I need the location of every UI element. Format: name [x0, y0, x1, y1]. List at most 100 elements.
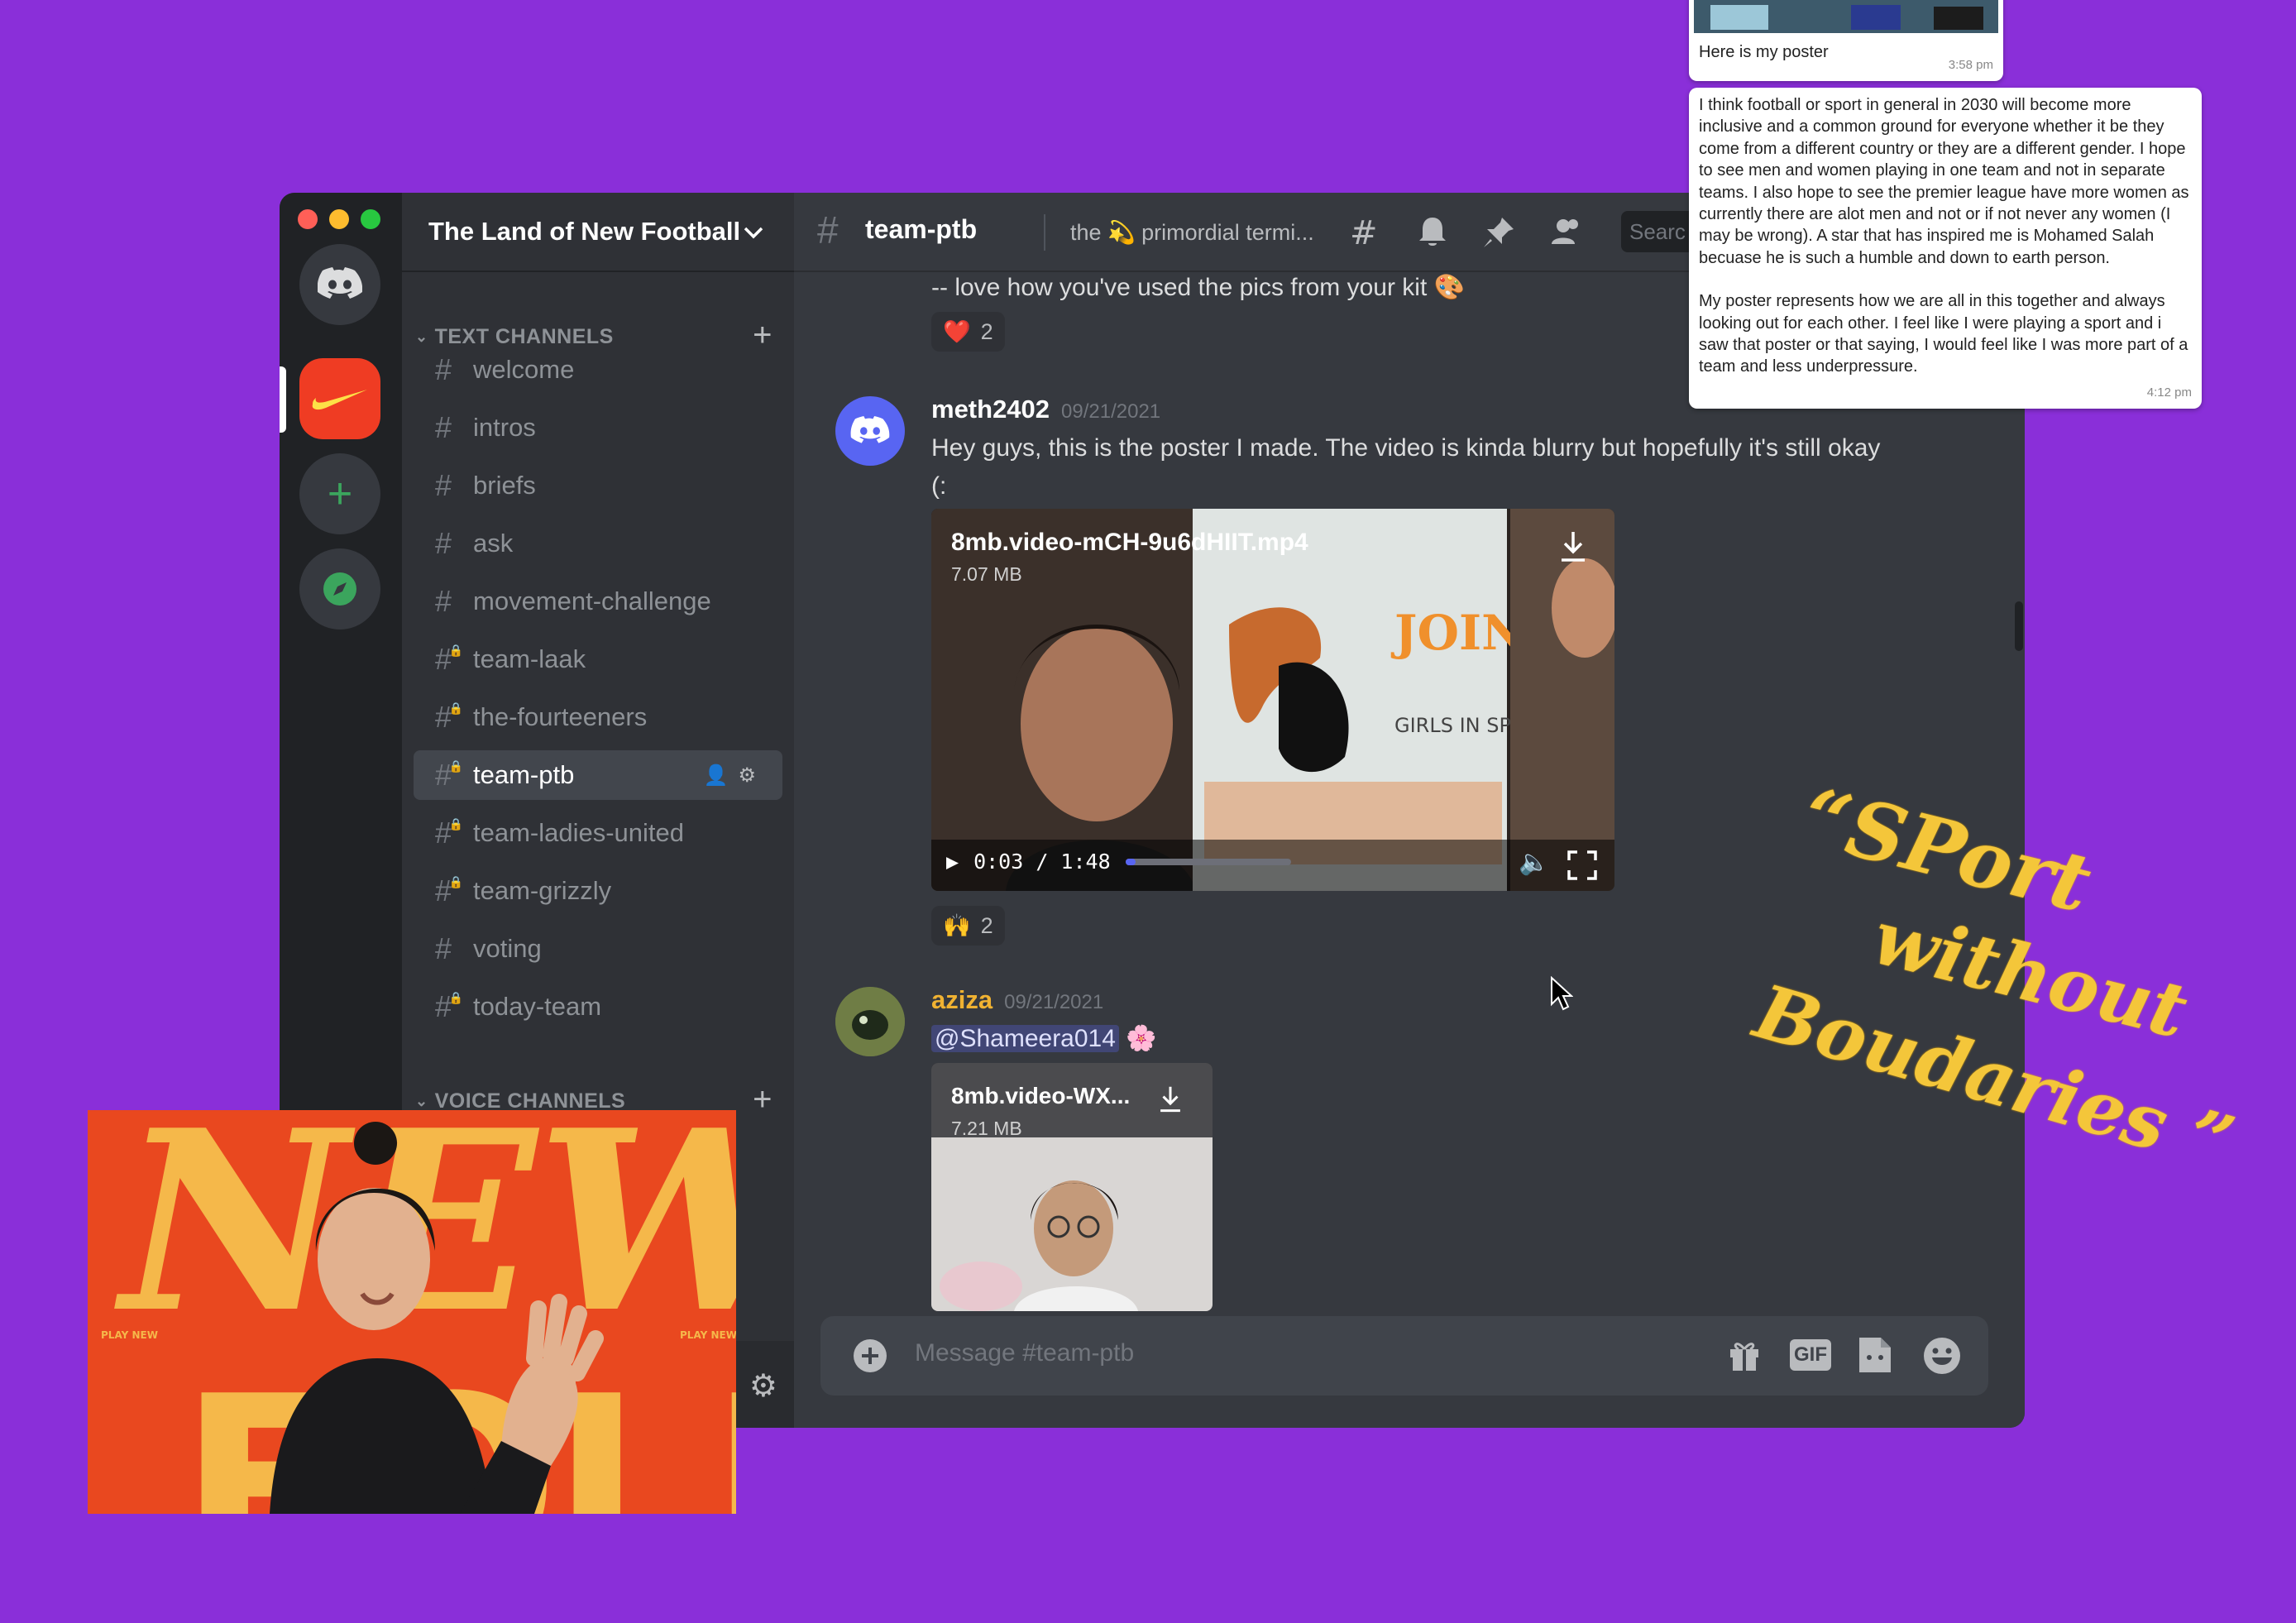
author-name[interactable]: aziza [931, 985, 993, 1014]
note-caption: Here is my poster [1699, 43, 1829, 61]
channel-title: team-ptb [865, 214, 978, 244]
channel-label: team-grizzly [473, 876, 612, 905]
avatar[interactable] [835, 987, 905, 1056]
gear-icon[interactable]: ⚙ [738, 764, 766, 787]
emoji-picker-icon[interactable] [1922, 1336, 1962, 1376]
channel-voting[interactable]: # voting [414, 924, 782, 974]
channel-label: voting [473, 934, 542, 963]
video-controls: ▶ 0:03 / 1:48 [946, 850, 1291, 874]
close-window-button[interactable] [298, 209, 318, 229]
corner-label: PLAY NEW [680, 1329, 736, 1341]
download-icon[interactable] [1557, 529, 1590, 565]
gift-icon[interactable] [1725, 1336, 1763, 1374]
hash-icon: # [434, 584, 452, 618]
avatar-image [835, 987, 905, 1056]
video-filesize: 7.07 MB [951, 563, 1022, 585]
message-timestamp: 09/21/2021 [1061, 400, 1161, 423]
server-header[interactable]: The Land of New Football [402, 193, 794, 272]
search-input[interactable]: Searc [1621, 211, 1696, 252]
message-composer[interactable]: Message #team-ptb GIF [820, 1316, 1988, 1396]
add-server-button[interactable]: + [299, 453, 380, 534]
avatar[interactable] [835, 396, 905, 466]
reaction-count: 2 [980, 318, 993, 344]
home-button[interactable] [299, 244, 380, 325]
channel-the-fourteeners[interactable]: # 🔒 the-fourteeners [414, 692, 782, 742]
scrollbar-thumb[interactable] [2015, 601, 2023, 651]
message-text: @Shameera014 🌸 [931, 1020, 1157, 1058]
threads-icon[interactable]: # [1348, 214, 1385, 251]
channel-team-ptb[interactable]: # 🔒 team-ptb 👤⚙ [414, 750, 782, 800]
member-list-icon[interactable] [1548, 214, 1585, 251]
mouse-cursor-icon [1551, 976, 1573, 1011]
message-text: Hey guys, this is the poster I made. The… [931, 429, 1973, 505]
channel-team-ladies-united[interactable]: # 🔒 team-ladies-united [414, 808, 782, 858]
channel-briefs[interactable]: # briefs [414, 461, 782, 510]
chevron-down-icon [744, 227, 763, 239]
chevron-down-icon: ⌄ [415, 1092, 428, 1109]
pin-icon[interactable] [1480, 214, 1517, 251]
hash-icon: # [434, 526, 452, 560]
minimize-window-button[interactable] [329, 209, 349, 229]
message-header: meth2402 09/21/2021 [931, 395, 1160, 424]
play-icon[interactable]: ▶ [946, 850, 959, 874]
channel-label: team-laak [473, 644, 586, 673]
topbar-divider [1044, 214, 1045, 251]
poster-note-card: Here is my poster 3:58 pm [1689, 0, 2003, 81]
explore-servers-button[interactable] [299, 548, 380, 630]
channel-tools: 👤⚙ [704, 764, 766, 788]
server-icon-nike[interactable] [299, 358, 380, 439]
add-attachment-plus-icon[interactable] [852, 1338, 888, 1374]
video-time: 0:03 / 1:48 [973, 850, 1111, 874]
channel-intros[interactable]: # intros [414, 403, 782, 452]
server-name: The Land of New Football [428, 217, 741, 246]
author-name[interactable]: meth2402 [931, 395, 1050, 424]
fullscreen-icon[interactable] [1567, 850, 1598, 881]
locked-hash-icon: # 🔒 [434, 816, 463, 850]
video-attachment[interactable]: 8mb.video-WX... 7.21 MB [931, 1063, 1213, 1311]
download-icon[interactable] [1156, 1083, 1184, 1116]
corner-label: PLAY NEW [101, 1329, 158, 1341]
nike-swoosh-icon [312, 390, 367, 410]
user-settings-gear-icon[interactable]: ⚙ [749, 1367, 777, 1405]
channel-label: team-ptb [473, 760, 575, 789]
channel-topic[interactable]: the 💫 primordial termi... [1070, 219, 1314, 246]
message-input[interactable]: Message #team-ptb [915, 1339, 1134, 1367]
emoji: 🌸 [1126, 1025, 1157, 1052]
webcam-feed: NEW FO LL PLAY NEW PLAY NEW [88, 1110, 736, 1514]
hash-icon: # [434, 352, 452, 386]
gif-button[interactable]: GIF [1790, 1339, 1831, 1371]
maximize-window-button[interactable] [361, 209, 380, 229]
message-timestamp: 09/21/2021 [1004, 991, 1104, 1013]
invite-user-icon[interactable]: 👤 [704, 764, 739, 787]
channel-team-grizzly[interactable]: # 🔒 team-grizzly [414, 866, 782, 916]
channel-today-team[interactable]: # 🔒 today-team [414, 982, 782, 1032]
channel-label: team-ladies-united [473, 818, 685, 847]
reaction-heart[interactable]: ❤️ 2 [931, 312, 1005, 352]
note-time: 4:12 pm [2146, 385, 2192, 400]
reaction-raised-hands[interactable]: 🙌 2 [931, 906, 1005, 946]
sticker-icon[interactable] [1856, 1334, 1894, 1376]
locked-hash-icon: # 🔒 [434, 874, 463, 907]
create-channel-plus-icon[interactable]: + [753, 1081, 773, 1118]
note-paragraph: I think football or sport in general in … [1699, 96, 2189, 267]
compass-icon [323, 572, 356, 606]
volume-icon[interactable]: 🔈 [1519, 848, 1549, 877]
bell-icon[interactable] [1414, 214, 1451, 251]
channel-ask[interactable]: # ask [414, 519, 782, 568]
channel-movement-challenge[interactable]: # movement-challenge [414, 577, 782, 626]
channel-team-laak[interactable]: # 🔒 team-laak [414, 634, 782, 684]
video-seek-bar[interactable] [1125, 858, 1291, 865]
channel-welcome[interactable]: # welcome [414, 345, 782, 395]
reaction-emoji: ❤️ [943, 319, 971, 344]
hash-icon: # [434, 931, 452, 965]
plus-icon: + [327, 470, 353, 518]
chevron-down-icon: ⌄ [415, 328, 428, 345]
locked-hash-icon: # [817, 208, 839, 251]
user-mention[interactable]: @Shameera014 [931, 1025, 1119, 1052]
message-header: aziza 09/21/2021 [931, 985, 1103, 1015]
message-text: -- love how you've used the pics from yo… [931, 274, 1465, 301]
video-attachment[interactable]: JOIN TODAY GIRLS IN SPORT 8mb.video-mCH-… [931, 509, 1614, 891]
note-time: 3:58 pm [1948, 57, 1993, 72]
message-line: Hey guys, this is the poster I made. The… [931, 434, 1881, 462]
active-server-indicator [280, 366, 286, 433]
